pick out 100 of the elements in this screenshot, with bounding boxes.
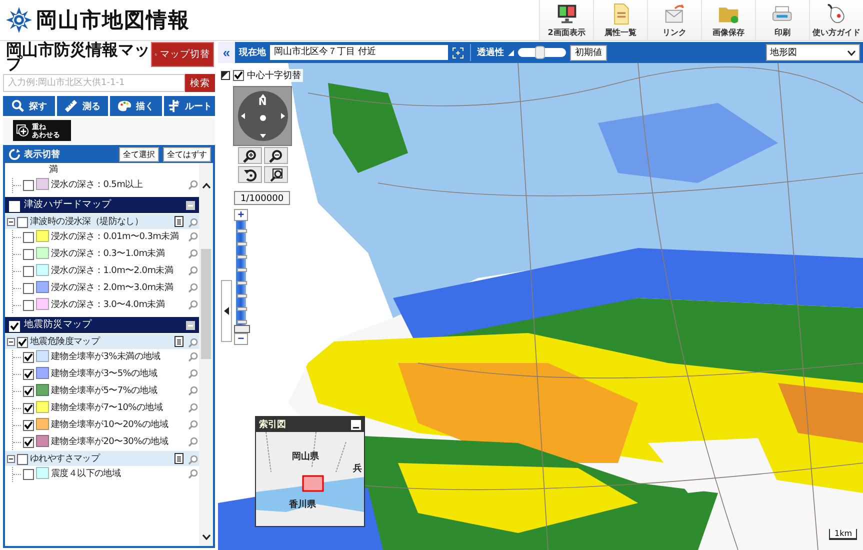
magnifier-icon <box>188 338 198 348</box>
panel-title: 岡山市防災情報マップ <box>6 43 151 72</box>
layer-label[interactable]: 浸水の深さ：3.0〜4.0m未満 <box>51 298 186 312</box>
magnifier-icon <box>188 300 198 310</box>
group-row[interactable]: 地震危険度マップ <box>5 334 199 349</box>
checkbox[interactable] <box>23 266 34 277</box>
select-button[interactable]: 全て選択 <box>119 146 159 162</box>
layer-label[interactable]: 建物全壊率が20〜30%の地域 <box>51 435 186 449</box>
zoom-box-icon <box>269 168 283 182</box>
map-control-button[interactable] <box>264 147 288 164</box>
section-header[interactable]: 津波ハザードマップ <box>5 197 199 213</box>
magnifier-icon <box>188 454 198 464</box>
tool-button[interactable]: 測る <box>56 96 108 116</box>
zoom-in-button[interactable]: + <box>234 209 248 221</box>
layer-label[interactable]: 震度４以下の地域 <box>51 467 186 481</box>
document-icon <box>174 216 184 227</box>
checkbox[interactable] <box>233 70 244 81</box>
zoom-out-button[interactable]: − <box>234 333 248 345</box>
checkbox[interactable] <box>17 217 28 228</box>
checkbox[interactable] <box>17 337 28 348</box>
layer-label[interactable]: 建物全壊率が5〜7%の地域 <box>51 384 186 398</box>
group-label: 地震危険度マップ <box>30 335 102 348</box>
layer-label[interactable]: 浸水の深さ：1.0m〜2.0m未満 <box>51 264 186 278</box>
group-label: 津波時の浸水深（堤防なし） <box>30 216 144 228</box>
zoom-thumb[interactable] <box>234 325 250 333</box>
slider-thumb[interactable] <box>534 46 545 59</box>
toolbar-button[interactable]: 使い方ガイド <box>809 0 863 40</box>
tool-button[interactable]: ルート <box>164 96 215 116</box>
caret-up-icon <box>202 183 210 189</box>
checkbox[interactable] <box>23 180 34 191</box>
layer-label[interactable]: 浸水の深さ：2.0m〜3.0m未満 <box>51 281 186 295</box>
magnifier-icon <box>188 352 198 362</box>
toolbar-button[interactable]: 印刷 <box>755 0 809 40</box>
checkbox[interactable] <box>23 420 34 431</box>
document-icon <box>174 336 184 347</box>
scrollbar-thumb[interactable] <box>201 249 211 359</box>
scale-bar: 1km <box>829 529 857 540</box>
checkbox[interactable] <box>23 300 34 311</box>
compass-pad[interactable]: N <box>233 86 292 146</box>
basemap-select[interactable]: 地形図 <box>766 44 860 61</box>
layers-plus-icon <box>16 124 29 137</box>
panel-toggle-tab[interactable] <box>221 280 232 342</box>
toolbar-button[interactable]: 画像保存 <box>701 0 755 40</box>
map-control-button[interactable] <box>238 166 262 183</box>
toggle-icon[interactable] <box>7 454 15 462</box>
address-search-field[interactable]: 入力例:岡山市北区大供1-1-1 <box>3 74 185 92</box>
layer-label[interactable]: 浸水の深さ：0.01m〜0.3m未満 <box>51 230 186 244</box>
opacity-slider[interactable] <box>518 48 566 57</box>
reset-button[interactable]: 初期値 <box>570 44 607 60</box>
checkbox[interactable] <box>23 403 34 414</box>
layer-label[interactable]: 建物全壊率が10〜20%の地域 <box>51 418 186 432</box>
checkbox[interactable] <box>23 283 34 294</box>
crosshair-label: 中心十字切替 <box>247 70 301 82</box>
region-label: 香川県 <box>289 498 316 511</box>
checkbox[interactable] <box>23 469 34 480</box>
toggle-icon[interactable] <box>7 338 15 346</box>
toolbar-button[interactable]: 2画面表示 <box>539 0 593 40</box>
checkbox[interactable] <box>23 249 34 260</box>
search-button[interactable]: 検索 <box>185 74 215 92</box>
layer-label[interactable]: 建物全壊率が7〜10%の地域 <box>51 401 186 415</box>
group-row[interactable]: ゆれやすさマップ <box>5 451 199 466</box>
collapse-button[interactable]: « <box>218 42 235 63</box>
select-button[interactable]: 全てはずす <box>163 146 211 162</box>
section-header[interactable]: 地震防災マップ <box>5 317 199 333</box>
checkbox[interactable] <box>23 352 34 363</box>
checkbox[interactable] <box>23 232 34 243</box>
triangle-left-icon <box>224 307 229 315</box>
tool-button[interactable]: 描く <box>110 96 162 116</box>
checkbox[interactable] <box>23 369 34 380</box>
group-row[interactable]: 津波時の浸水深（堤防なし） <box>5 214 199 229</box>
tool-button[interactable]: 探す <box>3 96 54 116</box>
map-switch-button[interactable]: マップ切替 <box>151 42 214 67</box>
magnifier-icon <box>188 232 198 242</box>
collapse-icon <box>186 200 195 210</box>
checkbox[interactable] <box>9 320 20 332</box>
minimize-icon <box>351 420 361 430</box>
map-control-button[interactable] <box>264 166 288 183</box>
checkbox[interactable] <box>17 454 28 465</box>
layer-label[interactable]: 浸水の深さ：0.5m以上 <box>51 178 186 192</box>
magnifier-icon <box>188 420 198 430</box>
layer-label[interactable]: 建物全壊率が3〜5%の地域 <box>51 367 186 381</box>
arrows-icon <box>240 94 284 138</box>
rotate-icon <box>243 168 257 182</box>
magnifier-icon <box>188 218 198 228</box>
toolbar-button[interactable]: リンク <box>647 0 701 40</box>
magnifier-icon <box>188 437 198 447</box>
layer-label[interactable]: 浸水の深さ：0.3〜1.0m未満 <box>51 247 186 261</box>
checkbox[interactable] <box>23 437 34 448</box>
scrollbar[interactable] <box>199 163 213 546</box>
envelope-arrow-icon <box>664 2 686 24</box>
layer-label[interactable]: 建物全壊率が3%未満の地域 <box>51 350 186 364</box>
location-field[interactable]: 岡山市北区今７丁目 付近 <box>270 45 448 60</box>
checkbox[interactable] <box>23 386 34 397</box>
toggle-icon[interactable] <box>7 218 15 226</box>
palette-icon <box>118 99 132 113</box>
map-control-button[interactable] <box>238 147 262 164</box>
section-label: 津波ハザードマップ <box>24 198 112 212</box>
caret-down-icon <box>202 534 210 540</box>
toolbar-button[interactable]: 属性一覧 <box>593 0 647 40</box>
mouse-icon <box>826 2 848 24</box>
